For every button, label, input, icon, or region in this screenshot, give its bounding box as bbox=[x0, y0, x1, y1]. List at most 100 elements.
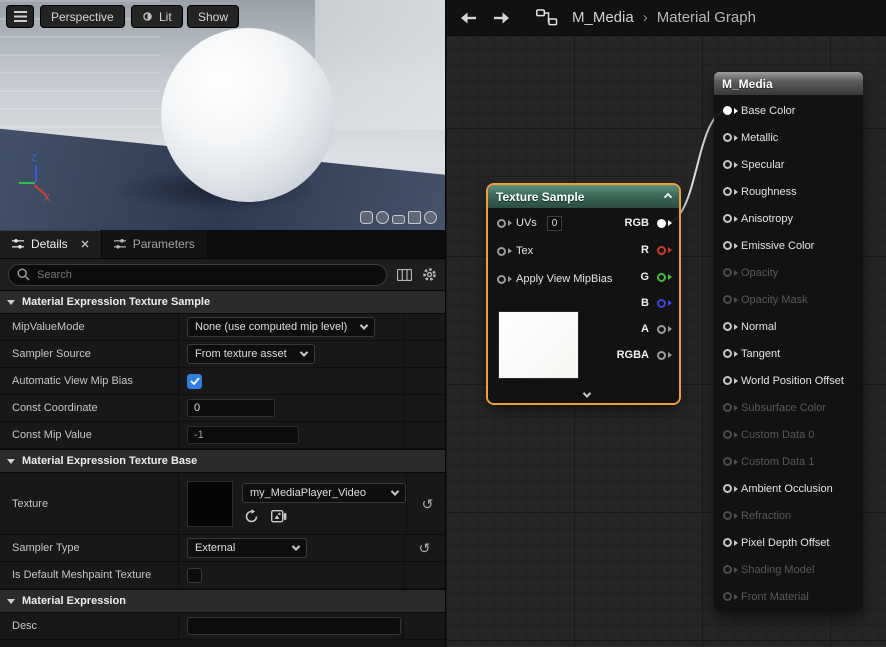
pin-icon[interactable] bbox=[723, 295, 732, 304]
browse-to-asset-button[interactable] bbox=[271, 510, 287, 523]
pin-row-ambient-occlusion[interactable]: Ambient Occlusion bbox=[714, 475, 863, 502]
pin-icon[interactable] bbox=[723, 241, 732, 250]
pin-icon[interactable] bbox=[723, 538, 732, 547]
desc-field[interactable] bbox=[187, 617, 401, 635]
pin-row-opacity-mask[interactable]: Opacity Mask bbox=[714, 286, 863, 313]
output-pin-row-b[interactable]: B bbox=[641, 293, 666, 313]
back-button[interactable] bbox=[460, 11, 478, 25]
graph-button[interactable] bbox=[536, 9, 558, 26]
material-graph-canvas[interactable]: M_Media › Material Graph Texture Sample … bbox=[445, 0, 886, 647]
output-pin-row-g[interactable]: G bbox=[640, 267, 666, 287]
section-header-material-expression[interactable]: Material Expression bbox=[0, 589, 445, 613]
section-header-texture-base[interactable]: Material Expression Texture Base bbox=[0, 449, 445, 473]
column-options-button[interactable] bbox=[397, 269, 412, 281]
pin-row-pixel-depth-offset[interactable]: Pixel Depth Offset bbox=[714, 529, 863, 556]
texture-sample-node-header[interactable]: Texture Sample bbox=[488, 185, 679, 208]
cylinder-mesh-icon[interactable] bbox=[360, 211, 373, 224]
pin-row-roughness[interactable]: Roughness bbox=[714, 178, 863, 205]
pin-icon[interactable] bbox=[723, 106, 732, 115]
pin-row-custom-data-0[interactable]: Custom Data 0 bbox=[714, 421, 863, 448]
section-header-texture-sample[interactable]: Material Expression Texture Sample bbox=[0, 290, 445, 314]
pin-icon[interactable] bbox=[723, 268, 732, 277]
expand-chevron-icon[interactable] bbox=[582, 389, 590, 397]
collapse-chevron-icon[interactable] bbox=[664, 192, 672, 200]
pin-icon[interactable] bbox=[723, 214, 732, 223]
pin-icon[interactable] bbox=[497, 247, 506, 256]
pin-icon[interactable] bbox=[723, 376, 732, 385]
lit-button[interactable]: Lit bbox=[131, 5, 183, 28]
tab-details[interactable]: Details bbox=[0, 230, 101, 258]
output-pin-row-rgb[interactable]: RGB bbox=[625, 213, 666, 233]
reset-icon[interactable]: ↺ bbox=[419, 541, 431, 555]
pin-icon[interactable] bbox=[723, 430, 732, 439]
close-icon[interactable] bbox=[81, 240, 89, 248]
search-input[interactable] bbox=[8, 264, 387, 286]
material-result-node[interactable]: M_Media Base Color Metallic Specular Ro bbox=[714, 72, 863, 612]
pin-row-front-material[interactable]: Front Material bbox=[714, 583, 863, 610]
pin-row-metallic[interactable]: Metallic bbox=[714, 124, 863, 151]
use-selected-asset-button[interactable] bbox=[244, 509, 259, 524]
texture-sample-node[interactable]: Texture Sample UVs 0 Tex Apply View MipB… bbox=[488, 185, 679, 403]
plane-mesh-icon[interactable] bbox=[392, 215, 405, 224]
pin-icon[interactable] bbox=[723, 187, 732, 196]
pin-icon[interactable] bbox=[657, 219, 666, 228]
pin-row-normal[interactable]: Normal bbox=[714, 313, 863, 340]
pin-icon[interactable] bbox=[723, 484, 732, 493]
output-pin-row-rgba[interactable]: RGBA bbox=[617, 345, 666, 365]
show-button[interactable]: Show bbox=[187, 5, 239, 28]
meshpaint-checkbox[interactable] bbox=[187, 568, 202, 583]
pin-icon[interactable] bbox=[657, 325, 666, 334]
pin-row-specular[interactable]: Specular bbox=[714, 151, 863, 178]
pin-icon[interactable] bbox=[497, 219, 506, 228]
pin-row-tangent[interactable]: Tangent bbox=[714, 340, 863, 367]
pin-icon[interactable] bbox=[723, 457, 732, 466]
pin-icon[interactable] bbox=[657, 351, 666, 360]
pin-row-refraction[interactable]: Refraction bbox=[714, 502, 863, 529]
pin-row-subsurface-color[interactable]: Subsurface Color bbox=[714, 394, 863, 421]
cube-mesh-icon[interactable] bbox=[408, 211, 421, 224]
pin-icon[interactable] bbox=[497, 275, 506, 284]
pin-icon[interactable] bbox=[723, 349, 732, 358]
pin-row-opacity[interactable]: Opacity bbox=[714, 259, 863, 286]
input-pin-row-uvs[interactable]: UVs 0 bbox=[497, 213, 562, 233]
tab-parameters[interactable]: Parameters bbox=[101, 230, 207, 258]
sampler-source-dropdown[interactable]: From texture asset bbox=[187, 344, 315, 364]
uvs-value-chip[interactable]: 0 bbox=[547, 216, 563, 231]
mipvaluemode-dropdown[interactable]: None (use computed mip level) bbox=[187, 317, 375, 337]
input-pin-row-tex[interactable]: Tex bbox=[497, 241, 533, 261]
const-mip-value-field[interactable] bbox=[187, 426, 299, 444]
custom-mesh-icon[interactable] bbox=[424, 211, 437, 224]
pin-icon[interactable] bbox=[723, 133, 732, 142]
pin-icon[interactable] bbox=[657, 299, 666, 308]
sphere-mesh-icon[interactable] bbox=[376, 211, 389, 224]
pin-icon[interactable] bbox=[723, 565, 732, 574]
pin-icon[interactable] bbox=[657, 246, 666, 255]
pin-row-world-position-offset[interactable]: World Position Offset bbox=[714, 367, 863, 394]
output-pin-row-r[interactable]: R bbox=[641, 240, 666, 260]
texture-asset-dropdown[interactable]: my_MediaPlayer_Video bbox=[242, 483, 406, 503]
viewport-menu-button[interactable] bbox=[6, 5, 34, 28]
breadcrumb-asset[interactable]: M_Media bbox=[572, 9, 634, 26]
pin-icon[interactable] bbox=[723, 592, 732, 601]
settings-button[interactable] bbox=[422, 267, 437, 282]
pin-icon[interactable] bbox=[723, 403, 732, 412]
output-pin-row-a[interactable]: A bbox=[641, 319, 666, 339]
pin-icon[interactable] bbox=[723, 160, 732, 169]
perspective-button[interactable]: Perspective bbox=[40, 5, 125, 28]
pin-icon[interactable] bbox=[657, 273, 666, 282]
reset-icon[interactable]: ↺ bbox=[422, 497, 434, 511]
pin-row-shading-model[interactable]: Shading Model bbox=[714, 556, 863, 583]
pin-icon[interactable] bbox=[723, 511, 732, 520]
auto-view-mip-bias-checkbox[interactable] bbox=[187, 374, 202, 389]
pin-row-emissive-color[interactable]: Emissive Color bbox=[714, 232, 863, 259]
input-pin-row-apply-view-mipbias[interactable]: Apply View MipBias bbox=[497, 269, 612, 289]
forward-button[interactable] bbox=[492, 11, 510, 25]
pin-icon[interactable] bbox=[723, 322, 732, 331]
pin-row-custom-data-1[interactable]: Custom Data 1 bbox=[714, 448, 863, 475]
material-node-header[interactable]: M_Media bbox=[714, 72, 863, 95]
preview-viewport[interactable]: Perspective Lit Show Z X bbox=[0, 0, 445, 230]
const-coordinate-field[interactable] bbox=[187, 399, 275, 417]
pin-row-base-color[interactable]: Base Color bbox=[714, 97, 863, 124]
pin-row-anisotropy[interactable]: Anisotropy bbox=[714, 205, 863, 232]
sampler-type-dropdown[interactable]: External bbox=[187, 538, 307, 558]
